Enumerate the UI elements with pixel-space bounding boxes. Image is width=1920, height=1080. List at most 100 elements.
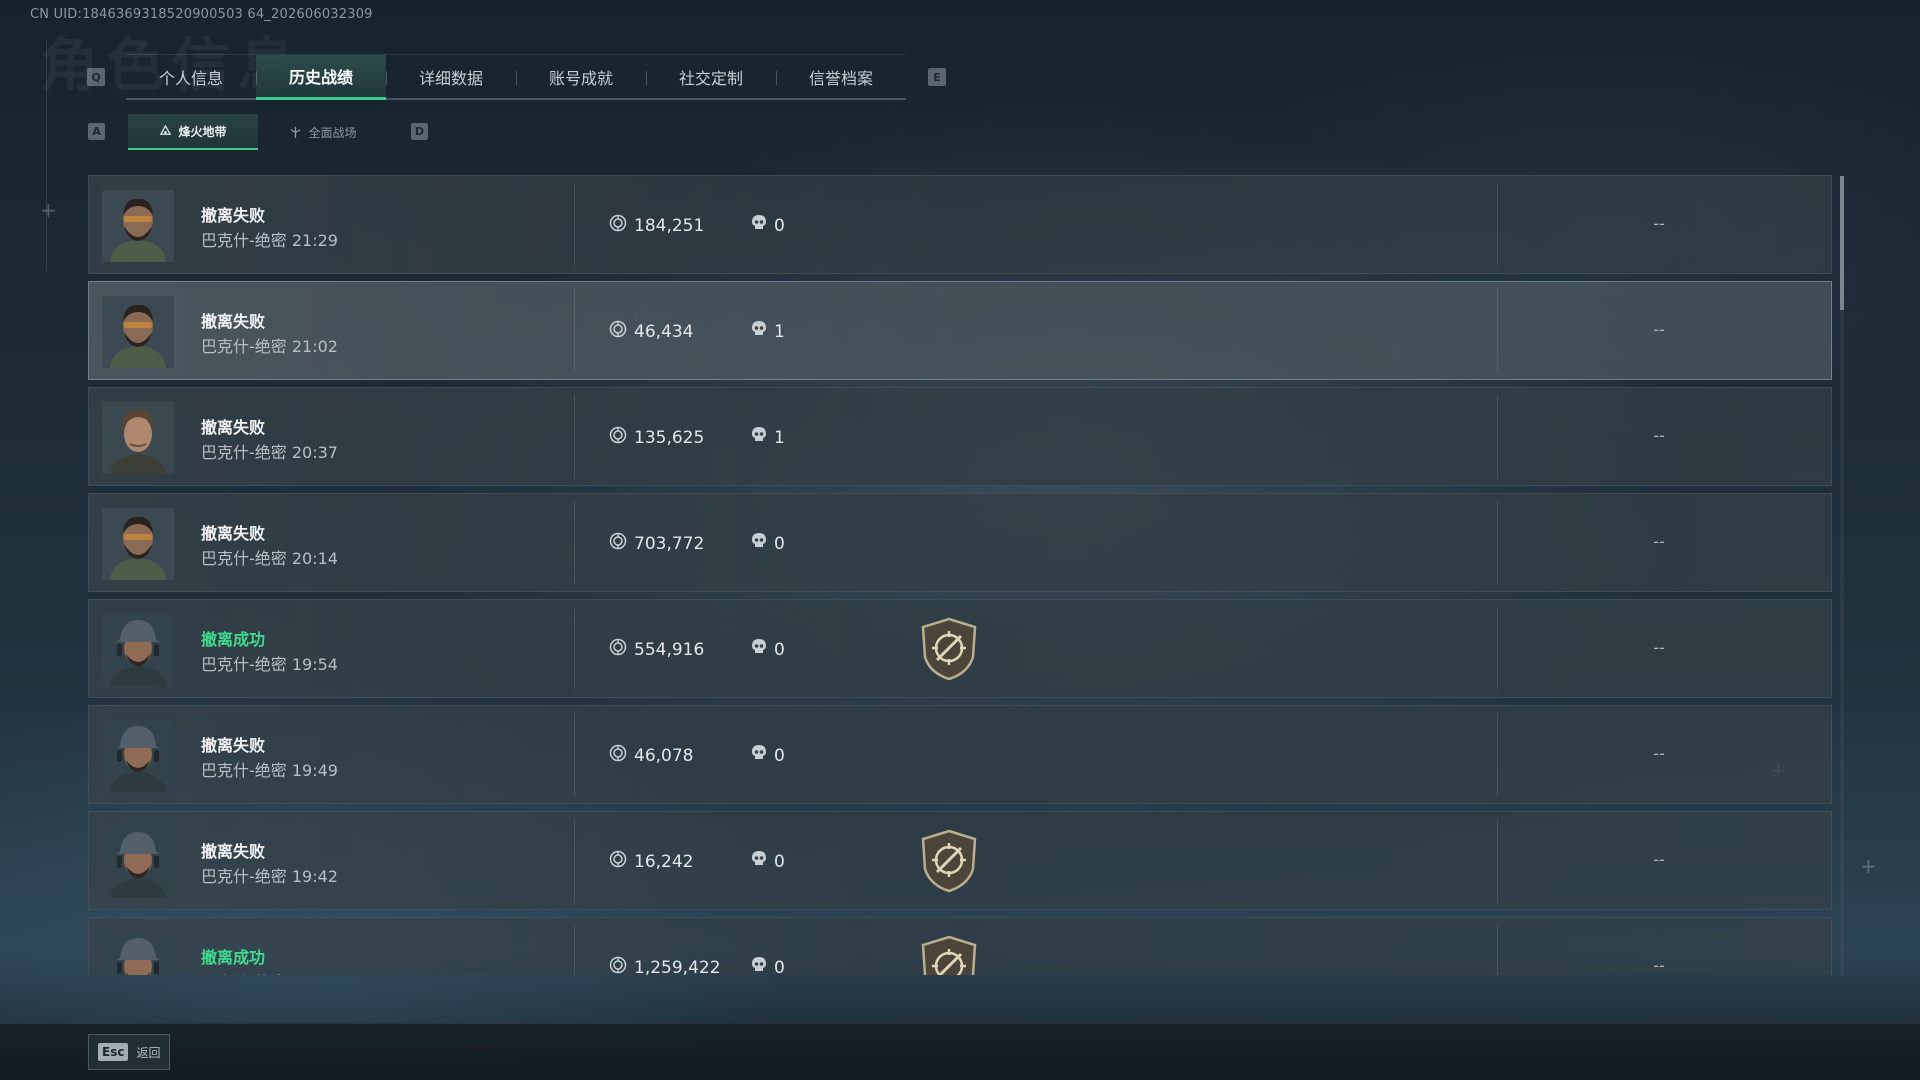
tab-match-history[interactable]: 历史战绩 bbox=[256, 55, 386, 100]
kill-count: 0 bbox=[751, 532, 785, 555]
map-and-time: 巴克什-绝密 19:54 bbox=[201, 655, 338, 674]
tab-prev-key[interactable]: Q bbox=[87, 68, 105, 86]
map-and-time: 巴克什-绝密 19:42 bbox=[201, 867, 338, 886]
loot-value-text: 135,625 bbox=[634, 427, 705, 448]
tab-achievements[interactable]: 账号成就 bbox=[516, 55, 646, 98]
column-divider bbox=[1497, 395, 1498, 478]
kill-count: 1 bbox=[751, 320, 785, 343]
loot-value: 16,242 bbox=[609, 850, 693, 873]
column-divider bbox=[1497, 501, 1498, 584]
match-record-row[interactable]: 撤离成功 巴克什-绝密 19:54 554,916 0 -- bbox=[88, 599, 1832, 698]
map-and-time: 巴克什-绝密 19:19 bbox=[201, 969, 338, 975]
kill-count: 0 bbox=[751, 956, 785, 975]
loot-value-text: 46,078 bbox=[634, 745, 694, 766]
kill-count-text: 0 bbox=[774, 851, 785, 872]
kill-count: 0 bbox=[751, 850, 785, 873]
subtab-fire-zone[interactable]: 烽火地带 bbox=[128, 114, 258, 150]
tab-next-key[interactable]: E bbox=[928, 68, 946, 86]
map-and-time: 巴克什-绝密 21:29 bbox=[201, 231, 338, 250]
loot-value: 1,259,422 bbox=[609, 956, 721, 975]
match-record-row[interactable]: 撤离失败巴克什-绝密 19:49 46,078 0 -- bbox=[88, 705, 1832, 804]
coin-icon bbox=[609, 532, 627, 555]
kill-count: 0 bbox=[751, 638, 785, 661]
operator-avatar bbox=[102, 508, 174, 580]
column-divider bbox=[574, 289, 575, 372]
column-divider bbox=[574, 713, 575, 796]
rating-value: -- bbox=[1653, 744, 1665, 763]
plus-marker-icon: + bbox=[40, 198, 57, 222]
coin-icon bbox=[609, 850, 627, 873]
decorative-line bbox=[46, 40, 47, 270]
subtab-fire-zone-label: 烽火地带 bbox=[178, 124, 227, 139]
match-record-row[interactable]: 撤离失败 巴克什-绝密 20:14 703,772 0 -- bbox=[88, 493, 1832, 592]
loot-value: 135,625 bbox=[609, 426, 704, 449]
extraction-badge-icon bbox=[920, 935, 978, 975]
rating-value: -- bbox=[1653, 956, 1665, 975]
subtab-battlefield-label: 全面战场 bbox=[308, 125, 357, 140]
scrollbar-thumb[interactable] bbox=[1840, 176, 1844, 310]
uid-label: CN UID:1846369318520900503 64_2026060323… bbox=[30, 7, 373, 22]
main-tabs: 个人信息 历史战绩 详细数据 账号成就 社交定制 信誉档案 bbox=[126, 54, 906, 100]
kill-count-text: 0 bbox=[774, 215, 785, 236]
coin-icon bbox=[609, 744, 627, 767]
skull-icon bbox=[751, 850, 767, 873]
kill-count: 0 bbox=[751, 214, 785, 237]
coin-icon bbox=[609, 638, 627, 661]
map-and-time: 巴克什-绝密 20:37 bbox=[201, 443, 338, 462]
back-label: 返回 bbox=[136, 1045, 161, 1060]
kill-count: 0 bbox=[751, 744, 785, 767]
kill-count-text: 1 bbox=[774, 321, 785, 342]
subtab-prev-key[interactable]: A bbox=[88, 123, 105, 140]
match-record-row[interactable]: 撤离成功巴克什-绝密 19:19 1,259,422 0 -- bbox=[88, 917, 1832, 975]
footer-bar bbox=[0, 1023, 1920, 1080]
coin-icon bbox=[609, 426, 627, 449]
loot-value-text: 16,242 bbox=[634, 851, 694, 872]
map-and-time: 巴克什-绝密 19:49 bbox=[201, 761, 338, 780]
match-record-row[interactable]: 撤离失败 巴克什-绝密 19:42 16,242 0 -- bbox=[88, 811, 1832, 910]
column-divider bbox=[574, 395, 575, 478]
extraction-status: 撤离成功 bbox=[201, 948, 266, 967]
tab-personal-info[interactable]: 个人信息 bbox=[126, 55, 256, 98]
extraction-status: 撤离失败 bbox=[201, 312, 266, 331]
loot-value: 184,251 bbox=[609, 214, 704, 237]
skull-icon bbox=[751, 638, 767, 661]
back-button[interactable]: Esc 返回 bbox=[88, 1034, 170, 1070]
extraction-status: 撤离失败 bbox=[201, 842, 266, 861]
coin-icon bbox=[609, 956, 627, 975]
skull-icon bbox=[751, 320, 767, 343]
skull-icon bbox=[751, 426, 767, 449]
column-divider bbox=[1497, 819, 1498, 902]
kill-count-text: 0 bbox=[774, 639, 785, 660]
operator-avatar bbox=[102, 296, 174, 368]
loot-value: 554,916 bbox=[609, 638, 704, 661]
subtab-next-key[interactable]: D bbox=[411, 123, 428, 140]
extraction-status: 撤离失败 bbox=[201, 736, 266, 755]
loot-value-text: 184,251 bbox=[634, 215, 705, 236]
kill-count-text: 0 bbox=[774, 957, 785, 976]
operator-avatar bbox=[102, 932, 174, 975]
tab-detailed-data[interactable]: 详细数据 bbox=[386, 55, 516, 98]
map-and-time: 巴克什-绝密 21:02 bbox=[201, 337, 338, 356]
loot-value-text: 554,916 bbox=[634, 639, 705, 660]
rating-value: -- bbox=[1653, 426, 1665, 445]
column-divider bbox=[1497, 925, 1498, 975]
esc-key: Esc bbox=[98, 1043, 129, 1061]
match-record-row[interactable]: 撤离失败巴克什-绝密 21:02 46,434 1 -- bbox=[88, 281, 1832, 380]
kill-count-text: 0 bbox=[774, 533, 785, 554]
rating-value: -- bbox=[1653, 638, 1665, 657]
loot-value-text: 1,259,422 bbox=[634, 957, 721, 976]
tab-reputation[interactable]: 信誉档案 bbox=[776, 55, 906, 98]
plus-marker-icon: + bbox=[1860, 854, 1877, 878]
column-divider bbox=[574, 183, 575, 266]
column-divider bbox=[574, 501, 575, 584]
loot-value-text: 46,434 bbox=[634, 321, 694, 342]
fire-zone-icon bbox=[160, 124, 172, 135]
match-record-row[interactable]: 撤离失败 巴克什-绝密 21:29 184,251 0 -- bbox=[88, 175, 1832, 274]
column-divider bbox=[574, 925, 575, 975]
extraction-badge-icon bbox=[920, 829, 978, 893]
rating-value: -- bbox=[1653, 320, 1665, 339]
tab-social-custom[interactable]: 社交定制 bbox=[646, 55, 776, 98]
subtab-battlefield[interactable]: 全面战场 bbox=[258, 114, 388, 150]
match-record-row[interactable]: 撤离失败 巴克什-绝密 20:37 135,625 1 -- bbox=[88, 387, 1832, 486]
kill-count: 1 bbox=[751, 426, 785, 449]
